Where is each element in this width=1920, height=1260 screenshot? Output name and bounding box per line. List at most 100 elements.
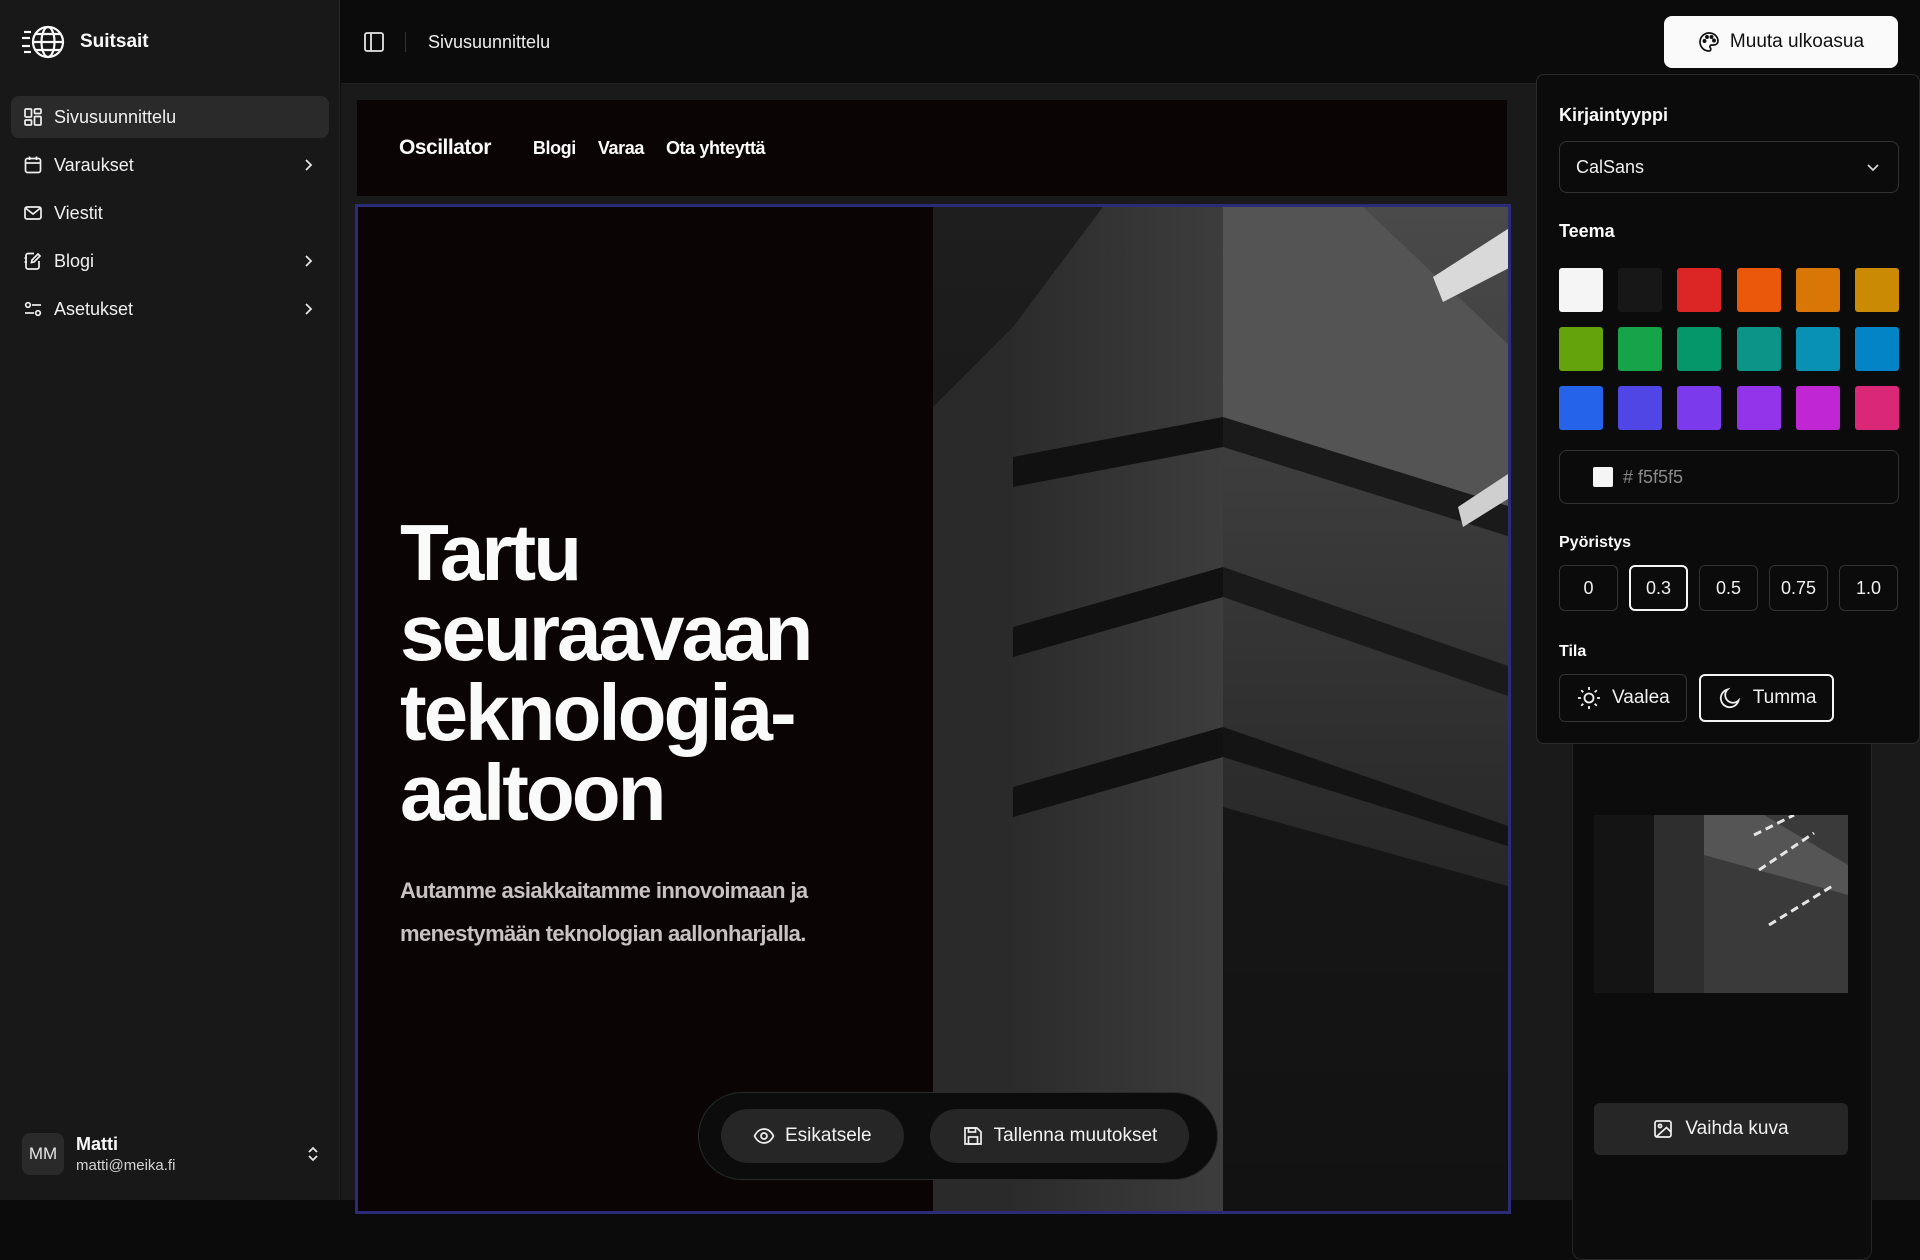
hero-subtitle[interactable]: Autamme asiakkaitamme innovoimaan ja men… <box>400 869 880 955</box>
font-select[interactable]: CalSans <box>1559 141 1899 193</box>
hero-title-line: teknologia- <box>400 668 797 757</box>
custom-color-input[interactable]: # f5f5f5 <box>1559 450 1899 504</box>
sidebar-item-sivusuunnittelu[interactable]: Sivusuunnittelu <box>11 96 329 138</box>
sun-icon <box>1576 685 1602 711</box>
radius-option[interactable]: 0.75 <box>1769 565 1828 611</box>
preview-button-label: Esikatsele <box>785 1125 872 1146</box>
hero-title-line: Tartu <box>400 508 582 597</box>
change-image-label: Vaihda kuva <box>1685 1118 1789 1139</box>
appearance-popover: Kirjaintyyppi CalSans Teema # f5f5f5 Pyö… <box>1536 74 1920 744</box>
sidebar: Suitsait Sivusuunnittelu Varaukset Viest… <box>0 0 340 1200</box>
breadcrumb: Sivusuunnittelu <box>428 32 551 52</box>
theme-color-swatch[interactable] <box>1618 327 1663 371</box>
custom-color-value: # f5f5f5 <box>1623 466 1684 487</box>
theme-color-swatch[interactable] <box>1677 268 1722 312</box>
app-name: Suitsait <box>80 31 149 52</box>
save-changes-label: Tallenna muutokset <box>993 1125 1158 1146</box>
theme-color-swatch[interactable] <box>1795 268 1840 312</box>
avatar: MM <box>22 1133 64 1175</box>
dark-mode-label: Tumma <box>1752 687 1817 708</box>
editor-action-bar: Esikatsele Tallenna muutokset <box>698 1092 1218 1180</box>
chevron-right-icon <box>299 300 317 318</box>
preview-button[interactable]: Esikatsele <box>721 1109 904 1163</box>
chevron-down-icon <box>1864 158 1882 176</box>
hero-image[interactable] <box>933 207 1508 1211</box>
preview-nav-link-blogi[interactable]: Blogi <box>533 138 576 159</box>
theme-color-swatch[interactable] <box>1677 386 1722 430</box>
radius-option[interactable]: 0.5 <box>1699 565 1758 611</box>
theme-color-swatch[interactable] <box>1854 386 1899 430</box>
eye-icon <box>753 1125 775 1147</box>
theme-color-grid <box>1559 268 1899 430</box>
theme-color-swatch[interactable] <box>1795 327 1840 371</box>
sidebar-item-asetukset[interactable]: Asetukset <box>11 288 329 330</box>
mode-options: Vaalea Tumma <box>1559 674 1835 722</box>
theme-color-swatch[interactable] <box>1559 386 1603 430</box>
theme-color-swatch[interactable] <box>1795 386 1840 430</box>
dark-mode-button[interactable]: Tumma <box>1698 674 1835 722</box>
hero-subtitle-line: Autamme asiakkaitamme innovoimaan ja <box>400 878 808 903</box>
theme-color-swatch[interactable] <box>1618 386 1663 430</box>
sidebar-item-varaukset[interactable]: Varaukset <box>11 144 329 186</box>
hero-title-line: aaltoon <box>400 748 666 837</box>
user-email: matti@meika.fi <box>76 1157 176 1174</box>
preview-navbar[interactable]: Oscillator Blogi Varaa Ota yhteyttä <box>357 100 1507 196</box>
hero-title-line: seuraavaan <box>400 588 813 677</box>
theme-color-swatch[interactable] <box>1559 268 1603 312</box>
sidebar-toggle-icon[interactable] <box>363 31 385 53</box>
image-icon <box>1653 1119 1673 1139</box>
preview-logo[interactable]: Oscillator <box>399 136 491 160</box>
save-icon <box>962 1125 984 1147</box>
chevron-right-icon <box>299 156 317 174</box>
save-changes-button[interactable]: Tallenna muutokset <box>929 1109 1190 1163</box>
font-select-value: CalSans <box>1576 156 1645 177</box>
theme-color-swatch[interactable] <box>1854 327 1899 371</box>
change-appearance-button[interactable]: Muuta ulkoasua <box>1664 16 1898 68</box>
layout-dashboard-icon <box>23 107 43 127</box>
sidebar-item-label: Asetukset <box>54 298 134 319</box>
hero-section[interactable]: Tartu seuraavaan teknologia- aaltoon Aut… <box>355 204 1511 1214</box>
settings-sliders-icon <box>23 299 43 319</box>
chevron-right-icon <box>299 252 317 270</box>
theme-color-swatch[interactable] <box>1618 268 1663 312</box>
preview-nav-link-ota-yhteytta[interactable]: Ota yhteyttä <box>666 138 766 159</box>
chevrons-up-down-icon <box>304 1145 322 1163</box>
sidebar-nav: Sivusuunnittelu Varaukset Viestit Blogi <box>11 96 329 336</box>
theme-color-swatch[interactable] <box>1736 327 1781 371</box>
hero-title[interactable]: Tartu seuraavaan teknologia- aaltoon <box>400 513 900 833</box>
change-image-button[interactable]: Vaihda kuva <box>1594 1103 1848 1155</box>
hero-text-area: Tartu seuraavaan teknologia- aaltoon Aut… <box>358 207 933 1211</box>
sidebar-item-blogi[interactable]: Blogi <box>11 240 329 282</box>
image-card: Vaihda kuva <box>1572 704 1872 1260</box>
theme-color-swatch[interactable] <box>1559 327 1603 371</box>
user-menu[interactable]: MM Matti matti@meika.fi <box>22 1128 322 1180</box>
palette-icon <box>1698 31 1720 53</box>
user-name: Matti <box>76 1134 118 1154</box>
sidebar-item-label: Sivusuunnittelu <box>54 106 177 127</box>
image-thumbnail <box>1594 815 1848 993</box>
preview-nav-link-varaa[interactable]: Varaa <box>598 138 644 159</box>
light-mode-label: Vaalea <box>1612 687 1670 708</box>
radius-label: Pyöristys <box>1559 534 1632 551</box>
theme-color-swatch[interactable] <box>1736 268 1781 312</box>
brand[interactable]: Suitsait <box>22 24 149 60</box>
topbar: Sivusuunnittelu Muuta ulkoasua <box>341 0 1920 84</box>
theme-color-swatch[interactable] <box>1854 268 1899 312</box>
hero-subtitle-line: menestymään teknologian aallonharjalla. <box>400 921 806 946</box>
calendar-icon <box>23 155 43 175</box>
sidebar-item-label: Blogi <box>54 250 95 271</box>
mode-label: Tila <box>1559 643 1587 660</box>
radius-option[interactable]: 1.0 <box>1839 565 1898 611</box>
user-info: Matti matti@meika.fi <box>76 1134 304 1174</box>
theme-color-swatch[interactable] <box>1677 327 1722 371</box>
divider <box>405 32 406 52</box>
radius-options: 0 0.3 0.5 0.75 1.0 <box>1559 565 1898 611</box>
theme-color-swatch[interactable] <box>1736 386 1781 430</box>
color-preview-chip <box>1593 467 1613 487</box>
sidebar-item-viestit[interactable]: Viestit <box>11 192 329 234</box>
radius-option[interactable]: 0 <box>1559 565 1618 611</box>
font-label: Kirjaintyyppi <box>1559 105 1669 125</box>
sidebar-item-label: Viestit <box>54 202 103 223</box>
radius-option-selected[interactable]: 0.3 <box>1629 565 1688 611</box>
light-mode-button[interactable]: Vaalea <box>1559 674 1687 722</box>
